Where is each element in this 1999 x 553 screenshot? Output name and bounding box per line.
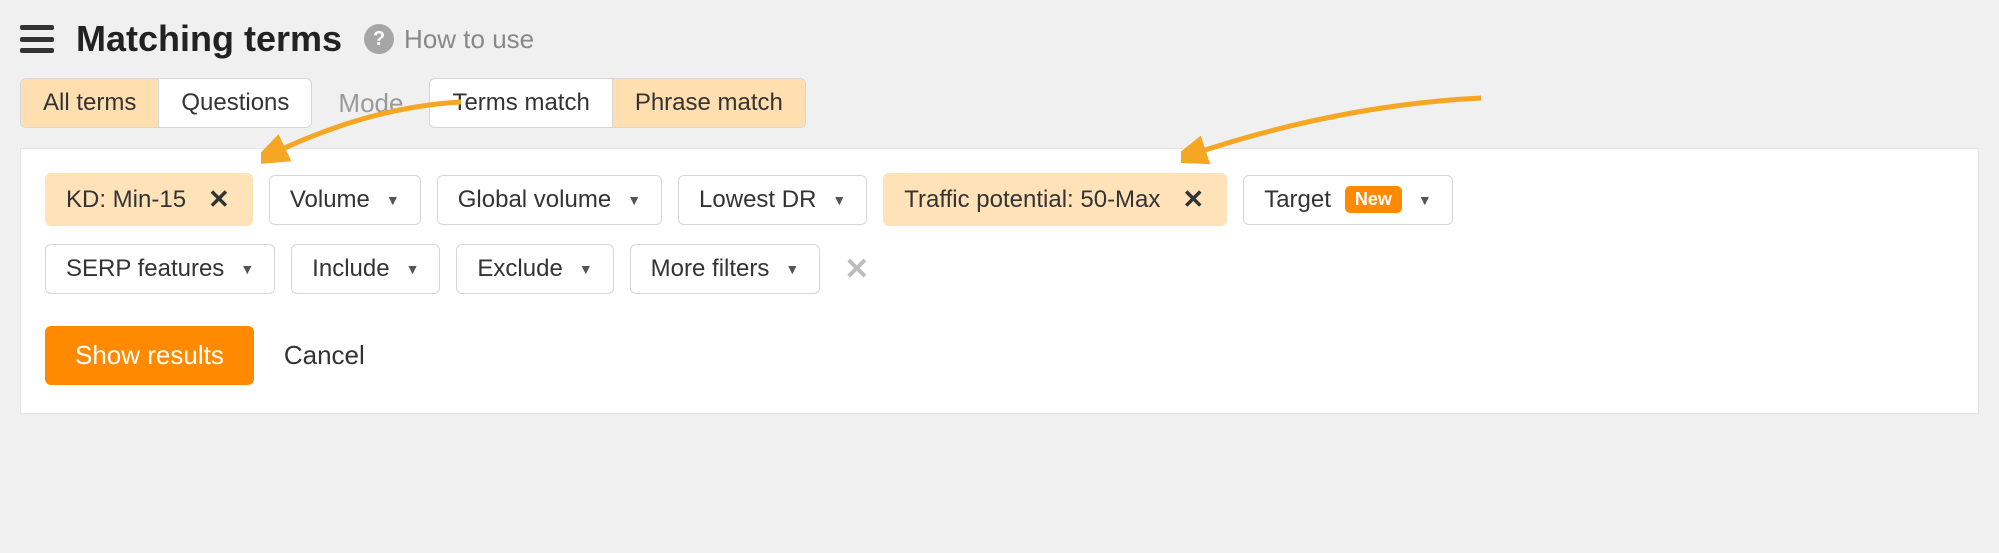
chevron-down-icon: ▼ (406, 261, 420, 277)
filters-panel: KD: Min-15 ✕ Volume ▼ Global volume ▼ Lo… (20, 148, 1979, 414)
filter-target-label: Target (1264, 186, 1331, 214)
filter-kd-label: KD: Min-15 (66, 186, 186, 214)
filter-target[interactable]: Target New ▼ (1243, 175, 1453, 225)
chevron-down-icon: ▼ (240, 261, 254, 277)
type-toggle-group: All terms Questions (20, 78, 312, 128)
show-results-button[interactable]: Show results (45, 326, 254, 385)
mode-toggle-group: Terms match Phrase match (429, 78, 805, 128)
filter-exclude[interactable]: Exclude ▼ (456, 244, 613, 294)
tab-questions[interactable]: Questions (159, 79, 311, 127)
new-badge: New (1345, 186, 1402, 213)
menu-icon[interactable] (20, 25, 54, 53)
page-title: Matching terms (76, 18, 342, 60)
help-icon: ? (364, 24, 394, 54)
filter-kd[interactable]: KD: Min-15 ✕ (45, 173, 253, 226)
how-to-use-link[interactable]: ? How to use (364, 24, 534, 55)
actions-row: Show results Cancel (45, 326, 1954, 385)
filter-exclude-label: Exclude (477, 255, 562, 283)
chevron-down-icon: ▼ (627, 192, 641, 208)
filter-volume-label: Volume (290, 186, 370, 214)
filter-traffic-potential[interactable]: Traffic potential: 50-Max ✕ (883, 173, 1227, 226)
filter-serp-features[interactable]: SERP features ▼ (45, 244, 275, 294)
close-icon[interactable]: ✕ (1180, 184, 1206, 215)
chevron-down-icon: ▼ (832, 192, 846, 208)
tab-terms-match[interactable]: Terms match (430, 79, 612, 127)
cancel-button[interactable]: Cancel (284, 340, 365, 371)
tab-phrase-match[interactable]: Phrase match (613, 79, 805, 127)
mode-label: Mode (334, 88, 407, 119)
tab-all-terms[interactable]: All terms (21, 79, 159, 127)
filter-include[interactable]: Include ▼ (291, 244, 440, 294)
filter-traffic-potential-label: Traffic potential: 50-Max (904, 186, 1160, 214)
filter-include-label: Include (312, 255, 389, 283)
filter-volume[interactable]: Volume ▼ (269, 175, 421, 225)
filter-row-1: KD: Min-15 ✕ Volume ▼ Global volume ▼ Lo… (45, 173, 1954, 226)
filter-lowest-dr-label: Lowest DR (699, 186, 816, 214)
filter-more-filters-label: More filters (651, 255, 770, 283)
clear-filters-icon[interactable]: ✕ (836, 252, 877, 287)
filter-lowest-dr[interactable]: Lowest DR ▼ (678, 175, 867, 225)
chevron-down-icon: ▼ (386, 192, 400, 208)
help-label: How to use (404, 24, 534, 55)
filter-global-volume[interactable]: Global volume ▼ (437, 175, 662, 225)
filter-global-volume-label: Global volume (458, 186, 611, 214)
filter-serp-features-label: SERP features (66, 255, 224, 283)
filter-row-2: SERP features ▼ Include ▼ Exclude ▼ More… (45, 244, 1954, 294)
chevron-down-icon: ▼ (785, 261, 799, 277)
chevron-down-icon: ▼ (1418, 192, 1432, 208)
filter-more-filters[interactable]: More filters ▼ (630, 244, 821, 294)
close-icon[interactable]: ✕ (206, 184, 232, 215)
chevron-down-icon: ▼ (579, 261, 593, 277)
